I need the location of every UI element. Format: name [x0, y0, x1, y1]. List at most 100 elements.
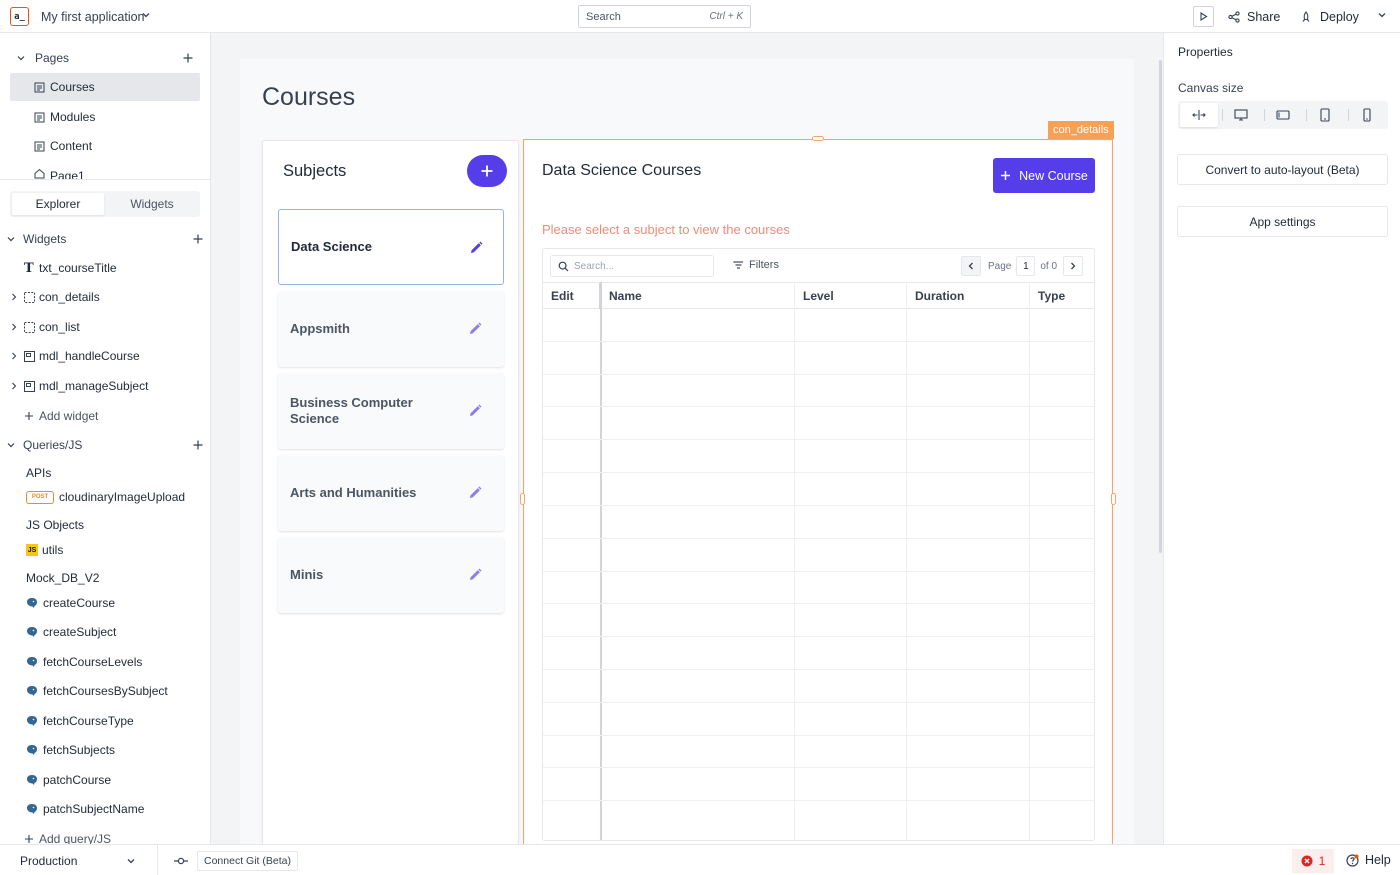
postgres-icon	[27, 627, 37, 637]
add-widget-button[interactable]: Add widget	[24, 405, 98, 427]
query-item[interactable]: fetchCoursesBySubject	[26, 680, 168, 702]
deploy-chevron-down-icon[interactable]	[1377, 10, 1387, 20]
convert-auto-layout-button[interactable]: Convert to auto-layout (Beta)	[1177, 154, 1388, 185]
widget-item-con-list[interactable]: con_list	[10, 316, 80, 338]
canvas-size-fluid[interactable]	[1180, 103, 1218, 127]
page-icon	[34, 82, 45, 92]
tab-explorer[interactable]: Explorer	[12, 193, 104, 215]
subjects-container[interactable]: Subjects Data Science Appsmith Business …	[262, 140, 519, 844]
query-item[interactable]: fetchSubjects	[26, 739, 115, 761]
edit-pencil-icon[interactable]	[467, 567, 483, 583]
page-item-modules[interactable]: Modules	[10, 105, 200, 129]
widget-item-label: con_details	[39, 290, 100, 304]
query-item-cloudinaryimageupload[interactable]: POST cloudinaryImageUpload	[26, 486, 185, 508]
help-button[interactable]: Help	[1346, 853, 1391, 867]
chevron-down-icon[interactable]	[141, 10, 151, 20]
plus-icon	[25, 412, 33, 420]
postgres-icon	[27, 745, 37, 755]
widgets-section-header[interactable]: Widgets	[5, 228, 66, 250]
datasource-group-label: Mock_DB_V2	[26, 571, 100, 585]
search-input[interactable]: Search Ctrl + K	[578, 5, 751, 28]
environment-select[interactable]: Production	[20, 854, 77, 868]
canvas-size-desktop[interactable]	[1222, 103, 1260, 127]
pages-section-header[interactable]: Pages	[15, 47, 69, 69]
plus-icon	[481, 165, 493, 177]
connect-git-button[interactable]: Connect Git (Beta)	[197, 851, 298, 871]
desktop-icon	[1234, 109, 1248, 121]
widget-item-mdl-managesubject[interactable]: mdl_manageSubject	[10, 375, 148, 397]
container-icon	[24, 291, 35, 303]
query-item-label: fetchCourseLevels	[43, 655, 143, 669]
page-icon	[34, 141, 45, 151]
edit-pencil-icon[interactable]	[468, 240, 484, 256]
resize-handle-left[interactable]	[520, 493, 525, 505]
canvas-scrollbar[interactable]	[1159, 60, 1162, 553]
preview-button[interactable]	[1193, 6, 1214, 27]
search-placeholder: Search	[586, 11, 621, 23]
canvas-area: Courses Subjects Data Science Appsmith B…	[211, 33, 1163, 844]
page-item-courses[interactable]: Courses	[10, 73, 200, 101]
queries-section-header[interactable]: Queries/JS	[5, 434, 82, 456]
search-shortcut: Ctrl + K	[709, 11, 743, 22]
error-count-badge[interactable]: 1	[1292, 849, 1334, 873]
chevron-right-icon	[12, 293, 17, 301]
edit-pencil-icon[interactable]	[467, 321, 483, 337]
apis-group-label: APIs	[26, 466, 52, 480]
help-label: Help	[1365, 853, 1391, 867]
subject-item-data-science[interactable]: Data Science	[278, 209, 504, 285]
tab-widgets[interactable]: Widgets	[106, 193, 198, 215]
subject-item-arts-and-humanities[interactable]: Arts and Humanities	[278, 455, 504, 531]
query-item[interactable]: createCourse	[26, 592, 115, 614]
widget-name-tag[interactable]: con_details	[1048, 121, 1114, 139]
app-name[interactable]: My first application	[41, 10, 145, 24]
chevron-down-icon	[7, 237, 15, 242]
js-item-utils[interactable]: JS utils	[26, 539, 63, 561]
rocket-icon	[1302, 11, 1310, 22]
chevron-right-icon	[12, 382, 17, 390]
query-item[interactable]: fetchCourseType	[26, 710, 134, 732]
page-item-page1[interactable]: Page1	[10, 167, 200, 179]
share-button[interactable]: Share	[1228, 8, 1280, 26]
page-item-label: Content	[50, 139, 93, 153]
query-item-label: cloudinaryImageUpload	[59, 490, 186, 504]
widget-item-con-details[interactable]: con_details	[10, 286, 100, 308]
chevron-right-icon	[12, 352, 17, 360]
canvas-size-tablet-landscape[interactable]	[1264, 103, 1302, 127]
edit-pencil-icon[interactable]	[467, 485, 483, 501]
add-query-button[interactable]: Add query/JS	[24, 828, 111, 844]
query-item-label: fetchSubjects	[43, 743, 116, 757]
app-settings-button[interactable]: App settings	[1177, 206, 1388, 237]
canvas-size-tablet-portrait[interactable]	[1306, 103, 1344, 127]
add-subject-button[interactable]	[467, 155, 507, 187]
widget-item-txt-coursetitle[interactable]: T txt_courseTitle	[24, 257, 117, 279]
widget-selection-outline	[523, 139, 1113, 844]
plus-icon	[25, 835, 33, 843]
chevron-down-icon[interactable]	[126, 856, 136, 866]
app-canvas[interactable]: Courses Subjects Data Science Appsmith B…	[240, 59, 1134, 844]
page-item-content[interactable]: Content	[10, 134, 200, 158]
edit-pencil-icon[interactable]	[467, 403, 483, 419]
query-item[interactable]: patchCourse	[26, 769, 111, 791]
add-widget-icon[interactable]	[192, 233, 204, 245]
query-item[interactable]: patchSubjectName	[26, 798, 144, 820]
query-item[interactable]: fetchCourseLevels	[26, 651, 142, 673]
mobile-icon	[1363, 108, 1371, 122]
subject-item-business-computer-science[interactable]: Business Computer Science	[278, 373, 504, 449]
subject-item-appsmith[interactable]: Appsmith	[278, 291, 504, 367]
widget-item-mdl-handlecourse[interactable]: mdl_handleCourse	[10, 345, 140, 367]
resize-handle-top[interactable]	[812, 136, 824, 141]
add-page-icon[interactable]	[182, 52, 194, 64]
query-item[interactable]: createSubject	[26, 621, 116, 643]
appsmith-logo[interactable]: a_	[10, 7, 29, 26]
subject-item-minis[interactable]: Minis	[278, 537, 504, 613]
page-title[interactable]: Courses	[262, 83, 355, 112]
widget-item-label: con_list	[39, 320, 80, 334]
divider	[157, 845, 158, 875]
widgets-label: Widgets	[23, 232, 67, 246]
query-item-label: createCourse	[43, 596, 116, 610]
canvas-size-mobile[interactable]	[1348, 103, 1386, 127]
resize-handle-right[interactable]	[1111, 493, 1116, 505]
deploy-button[interactable]: Deploy	[1300, 8, 1359, 26]
add-query-icon[interactable]	[192, 439, 204, 451]
subject-label: Minis	[290, 567, 324, 582]
